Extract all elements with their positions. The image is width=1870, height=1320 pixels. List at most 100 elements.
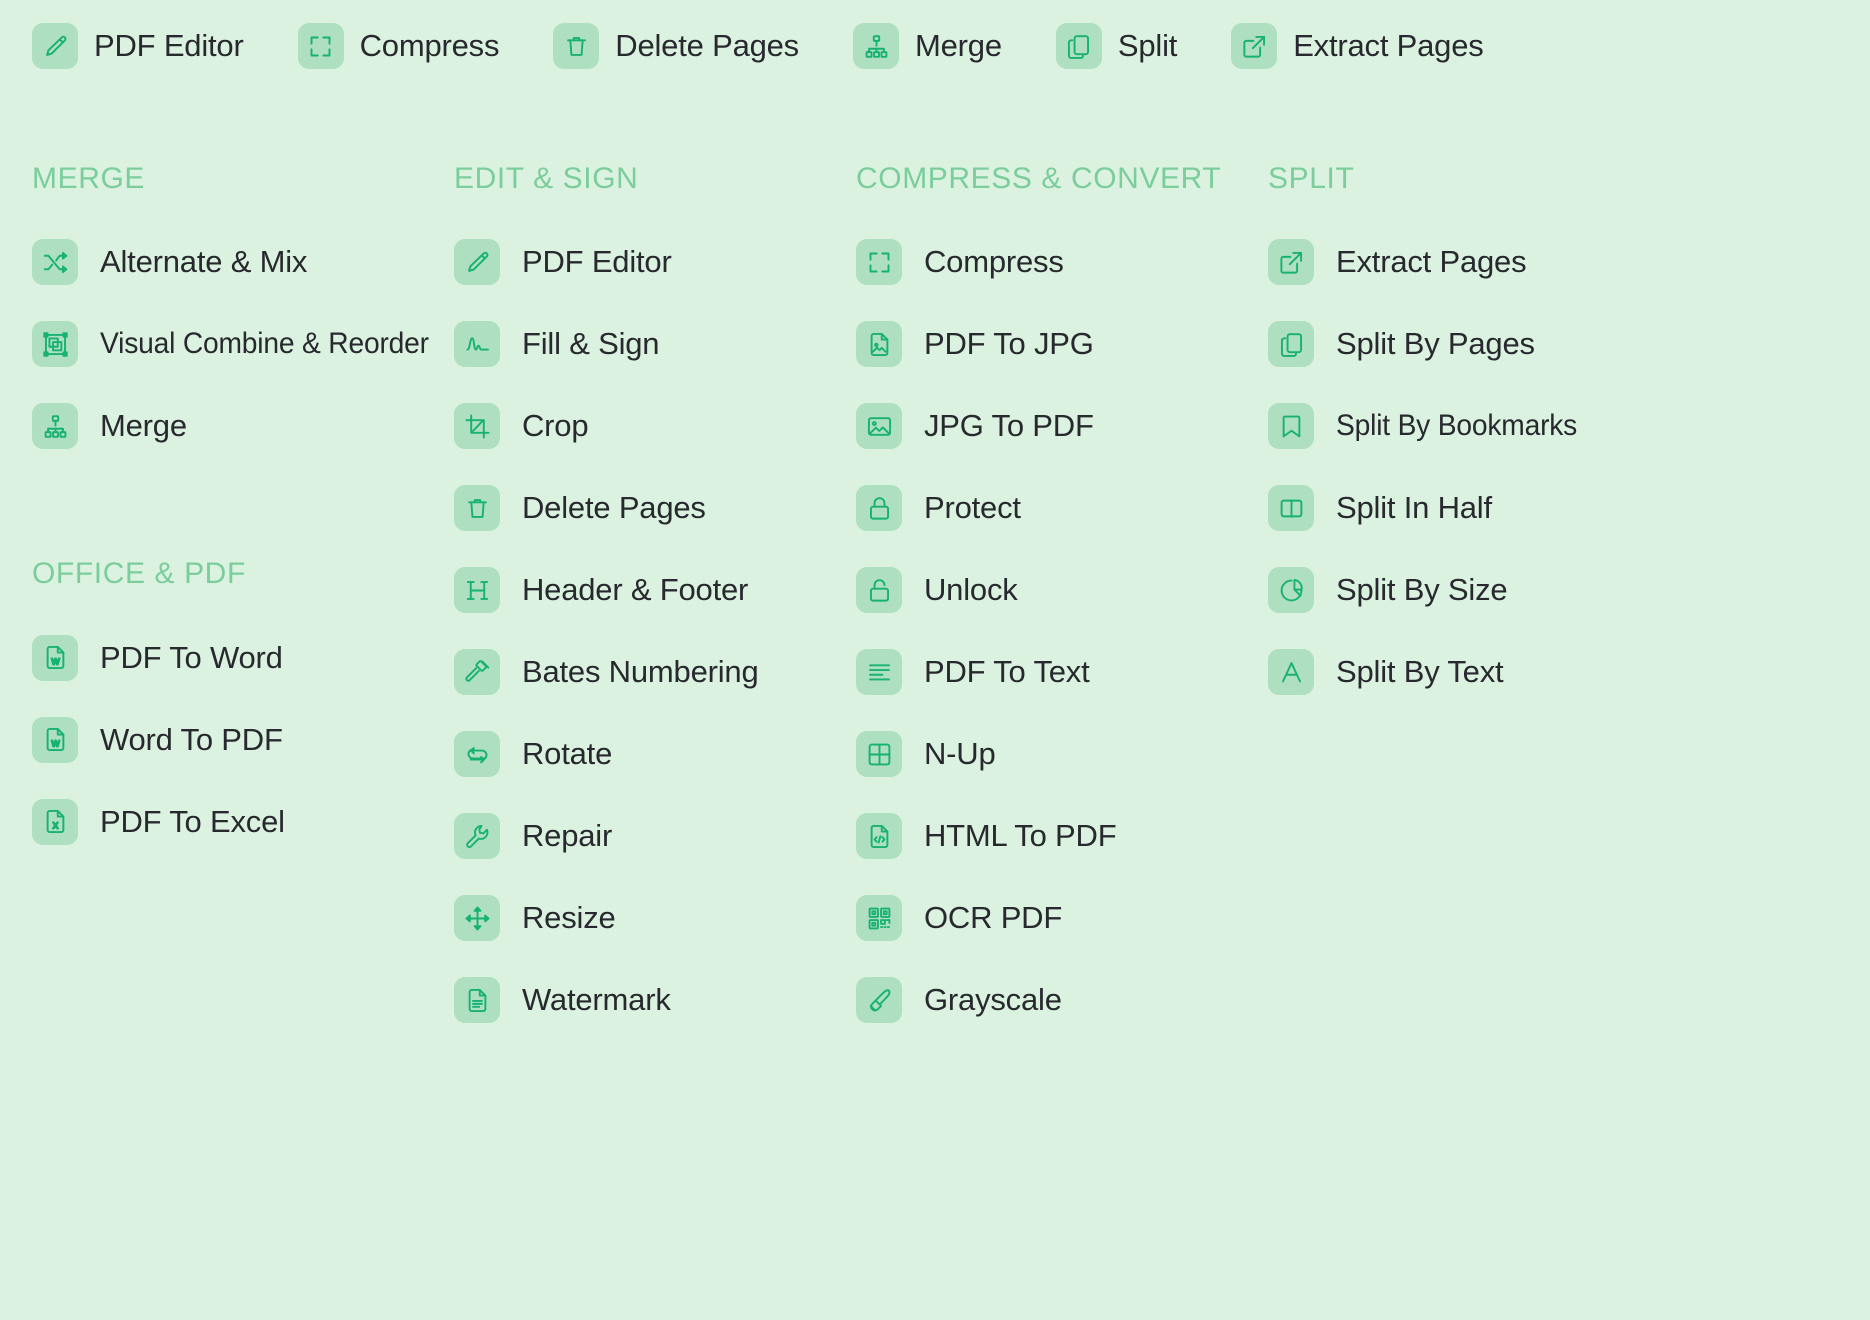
tool-item-label: OCR PDF [924, 900, 1063, 936]
lock-open-icon-tile [856, 567, 902, 614]
quickbar-item-label: Extract Pages [1293, 28, 1484, 63]
qr-scan-icon [866, 905, 893, 932]
wrench-icon [464, 823, 491, 850]
resize-arrows-icon [464, 905, 491, 932]
quickbar-item-split[interactable]: Split [1055, 23, 1177, 69]
split-half-icon-tile [1268, 485, 1314, 532]
tool-item-split-in-half[interactable]: Split In Half [1268, 467, 1688, 549]
quickbar-item-merge[interactable]: Merge [853, 23, 1002, 69]
tool-item-header-footer[interactable]: Header & Footer [454, 549, 856, 631]
compress-icon [307, 33, 334, 60]
copy-pages-icon-tile [1268, 321, 1314, 368]
tool-item-pdf-editor[interactable]: PDF Editor [454, 221, 856, 303]
lock-open-icon [866, 577, 893, 604]
tool-item-bates-numbering[interactable]: Bates Numbering [454, 631, 856, 713]
pencil-icon-tile [454, 239, 500, 286]
tool-item-label: Delete Pages [522, 490, 706, 526]
tool-item-label: Split In Half [1336, 490, 1492, 526]
tool-item-extract-pages[interactable]: Extract Pages [1268, 221, 1688, 303]
group-heading: OFFICE & PDF [32, 553, 444, 594]
crop-icon-tile [454, 403, 500, 450]
letter-h-icon [464, 577, 491, 604]
quickbar-item-extract-pages[interactable]: Extract Pages [1231, 23, 1484, 69]
tool-item-label: PDF To Excel [100, 803, 285, 839]
tool-item-merge[interactable]: Merge [32, 385, 444, 467]
merge-tree-icon [42, 413, 69, 440]
tool-item-grayscale[interactable]: Grayscale [856, 959, 1268, 1041]
photo-icon [866, 413, 893, 440]
tool-item-alternate-mix[interactable]: Alternate & Mix [32, 221, 444, 303]
tool-item-label: Repair [522, 818, 613, 854]
tool-item-pdf-to-word[interactable]: PDF To Word [32, 617, 444, 699]
pencil-icon [42, 33, 69, 60]
tool-item-n-up[interactable]: N-Up [856, 713, 1268, 795]
tool-item-ocr-pdf[interactable]: OCR PDF [856, 877, 1268, 959]
group-heading: MERGE [32, 158, 444, 199]
tool-columns: MERGE Alternate & Mix Visual Combine & Reo… [0, 70, 1870, 1041]
tool-item-pdf-to-text[interactable]: PDF To Text [856, 631, 1268, 713]
tool-item-delete-pages[interactable]: Delete Pages [454, 467, 856, 549]
extract-arrow-icon-tile [1231, 23, 1278, 69]
tool-item-compress[interactable]: Compress [856, 221, 1268, 303]
tool-item-word-to-pdf[interactable]: Word To PDF [32, 699, 444, 781]
tool-item-protect[interactable]: Protect [856, 467, 1268, 549]
tool-item-label: HTML To PDF [924, 818, 1117, 854]
tool-item-label: Extract Pages [1336, 244, 1527, 280]
tool-item-watermark[interactable]: Watermark [454, 959, 856, 1041]
code-file-icon [866, 823, 893, 850]
tool-item-html-to-pdf[interactable]: HTML To PDF [856, 795, 1268, 877]
tool-item-label: Split By Pages [1336, 326, 1535, 362]
tool-item-pdf-to-excel[interactable]: PDF To Excel [32, 781, 444, 863]
tool-item-fill-sign[interactable]: Fill & Sign [454, 303, 856, 385]
tool-item-repair[interactable]: Repair [454, 795, 856, 877]
tool-item-split-by-size[interactable]: Split By Size [1268, 549, 1688, 631]
tool-item-split-by-pages[interactable]: Split By Pages [1268, 303, 1688, 385]
visual-combine-icon [42, 331, 69, 358]
tool-item-pdf-to-jpg[interactable]: PDF To JPG [856, 303, 1268, 385]
text-lines-icon-tile [856, 649, 902, 696]
tool-item-split-by-text[interactable]: Split By Text [1268, 631, 1688, 713]
tool-item-crop[interactable]: Crop [454, 385, 856, 467]
signature-icon-tile [454, 321, 500, 368]
quickbar-item-pdf-editor[interactable]: PDF Editor [32, 23, 244, 69]
word-file-icon-tile [32, 716, 78, 763]
group-heading: COMPRESS & CONVERT [856, 158, 1268, 199]
quickbar-item-label: Merge [915, 28, 1002, 63]
tool-item-label: Compress [924, 244, 1064, 280]
grid-four-icon [866, 741, 893, 768]
letter-a-icon [1278, 659, 1305, 686]
shuffle-icon [42, 249, 69, 276]
quickbar-item-label: PDF Editor [94, 28, 244, 63]
tool-item-split-by-bookmarks[interactable]: Split By Bookmarks [1268, 385, 1688, 467]
signature-icon [464, 331, 491, 358]
pie-chart-icon [1278, 577, 1305, 604]
excel-file-icon [42, 808, 69, 835]
quickbar-item-delete-pages[interactable]: Delete Pages [553, 23, 799, 69]
quickbar-item-compress[interactable]: Compress [297, 23, 499, 69]
tool-item-resize[interactable]: Resize [454, 877, 856, 959]
trash-icon-tile [553, 23, 600, 69]
extract-arrow-icon [1241, 33, 1268, 60]
tool-item-label: Crop [522, 408, 589, 444]
tool-item-rotate[interactable]: Rotate [454, 713, 856, 795]
merge-tree-icon-tile [853, 23, 899, 69]
visual-combine-icon-tile [32, 321, 78, 368]
merge-tree-icon [863, 33, 890, 60]
shuffle-icon-tile [32, 239, 78, 286]
tool-item-visual-combine-reorder[interactable]: Visual Combine & Reorder [32, 303, 444, 385]
pencil-icon-tile [32, 23, 78, 69]
tool-item-jpg-to-pdf[interactable]: JPG To PDF [856, 385, 1268, 467]
qr-scan-icon-tile [856, 895, 902, 942]
lock-closed-icon [866, 495, 893, 522]
copy-pages-icon [1065, 33, 1092, 60]
letter-h-icon-tile [454, 567, 500, 614]
tool-item-label: Split By Size [1336, 572, 1508, 608]
group-title: COMPRESS & CONVERT [856, 162, 1222, 195]
tool-column-1: EDIT & SIGN PDF Editor Fill & Sign Crop Dele… [444, 158, 856, 1041]
paintbrush-icon-tile [856, 977, 902, 1024]
tool-item-label: PDF To JPG [924, 326, 1094, 362]
wrench-icon-tile [454, 813, 500, 860]
tool-item-unlock[interactable]: Unlock [856, 549, 1268, 631]
group-heading: EDIT & SIGN [454, 158, 856, 199]
trash-icon [464, 495, 491, 522]
